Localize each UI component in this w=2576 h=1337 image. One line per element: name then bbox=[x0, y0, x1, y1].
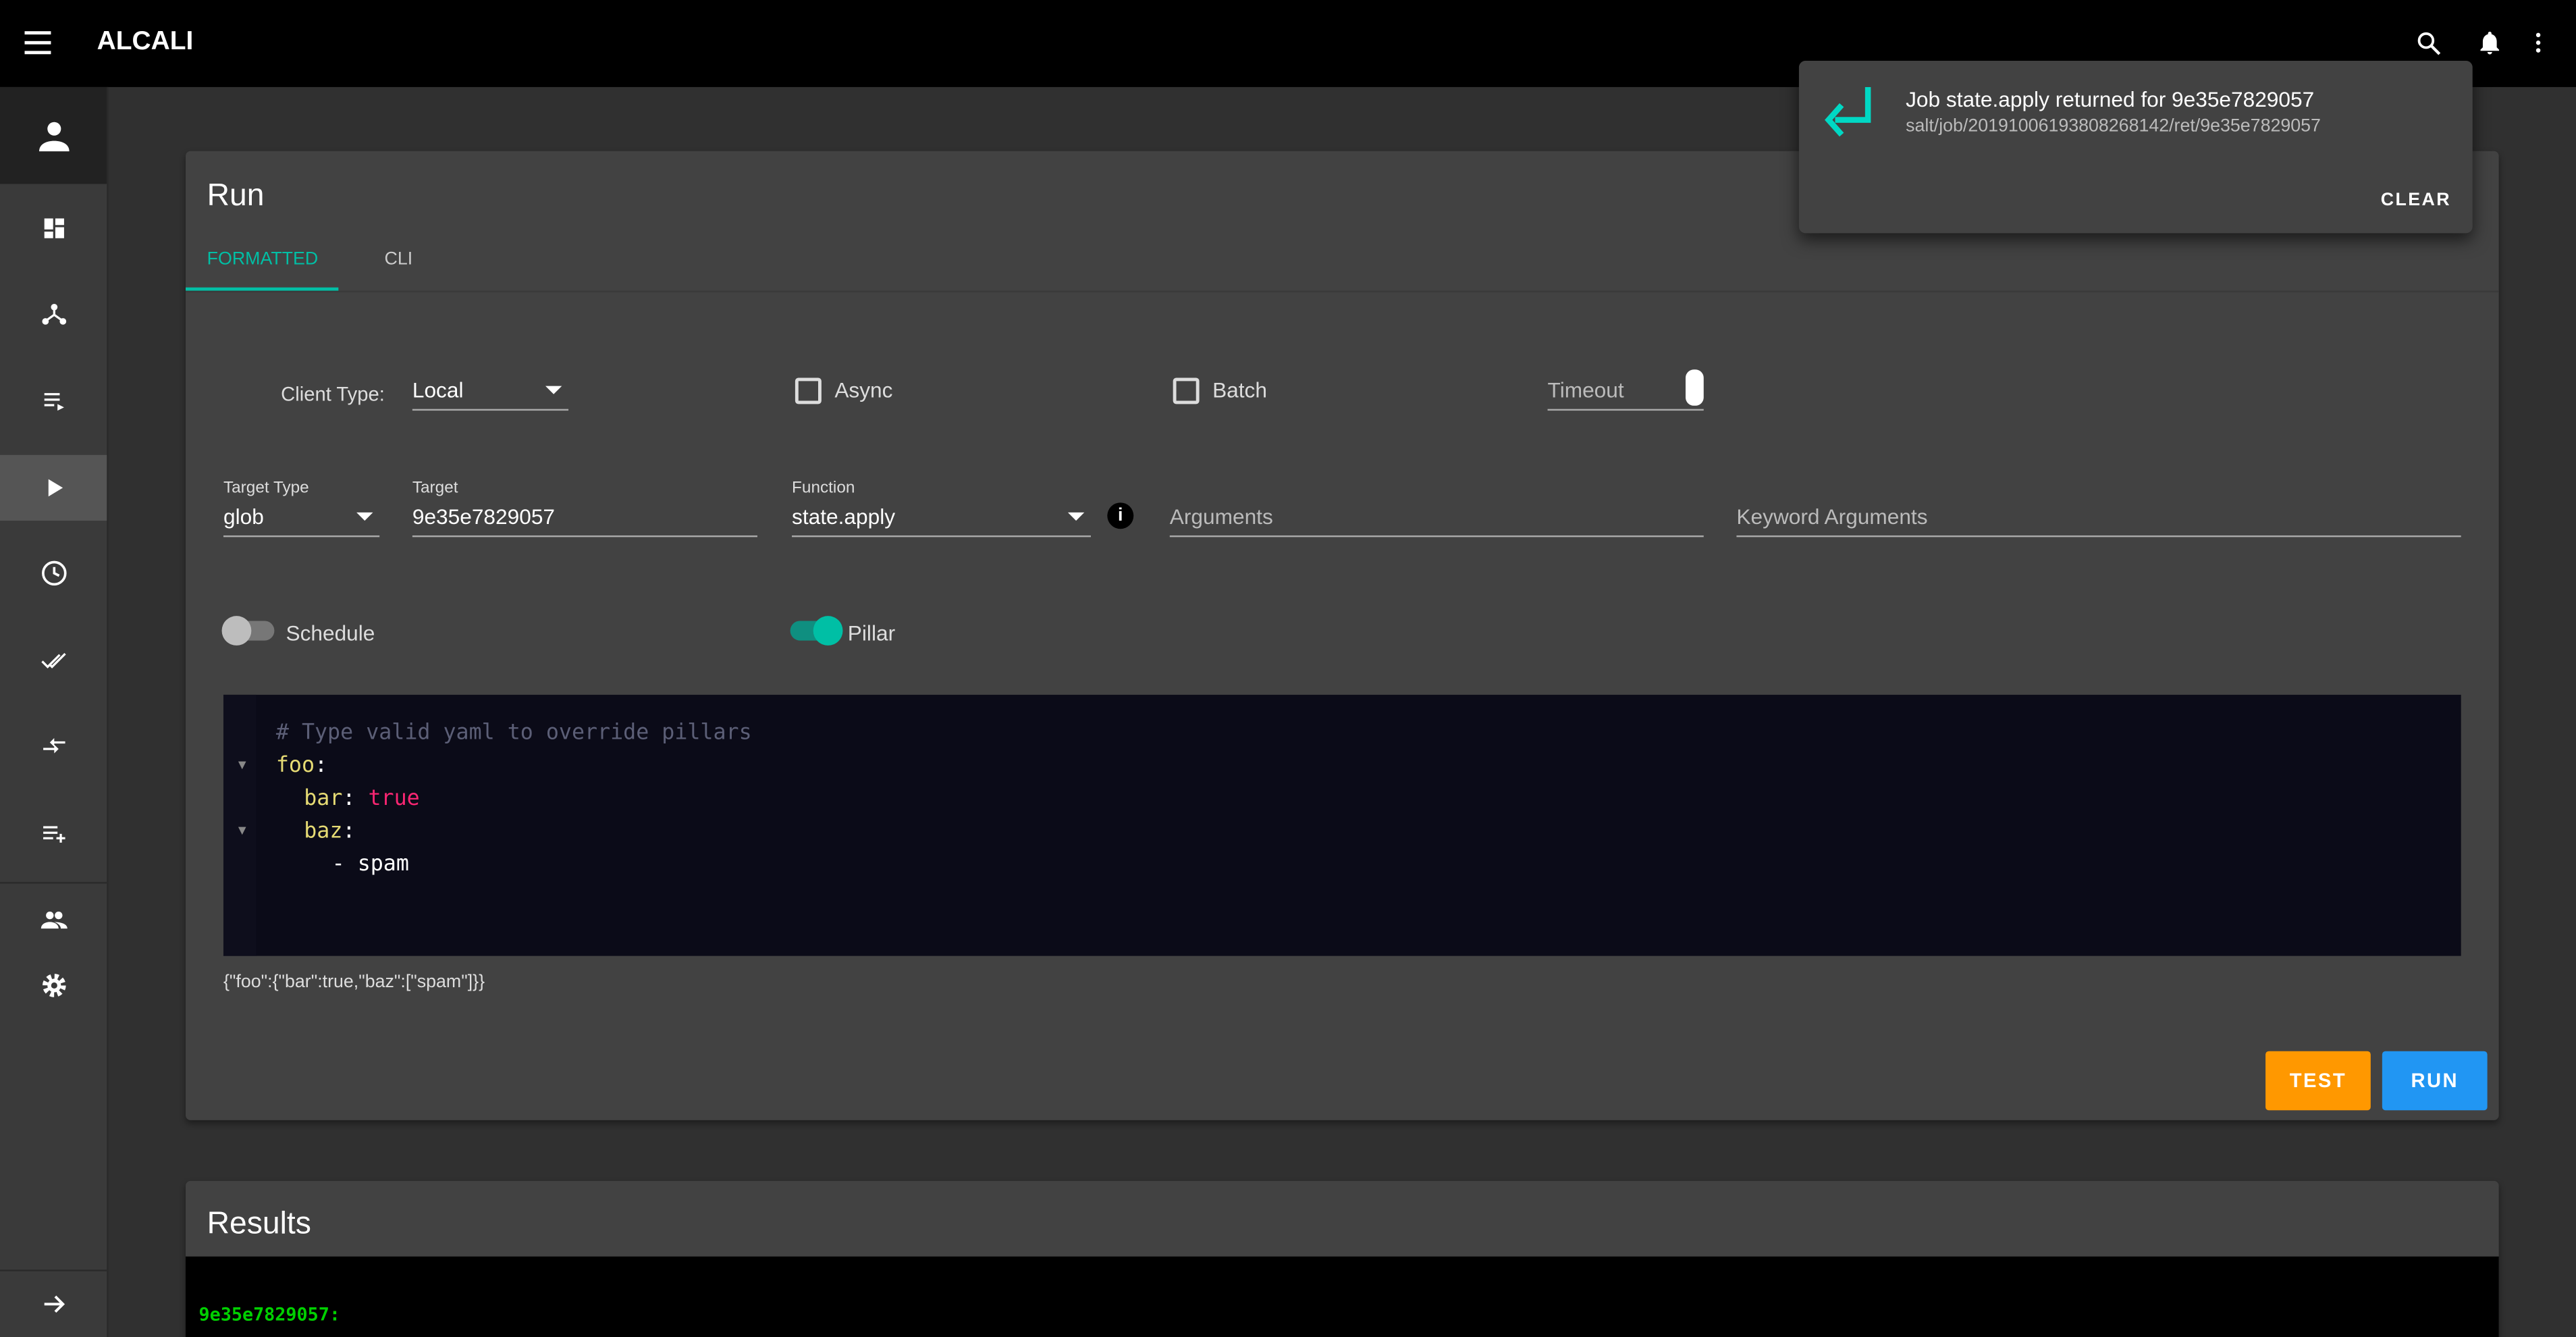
return-arrow-icon bbox=[1825, 86, 1871, 137]
code-line: bar: true bbox=[304, 787, 420, 812]
sidebar-item-profile[interactable] bbox=[0, 86, 107, 184]
sidebar-item-users[interactable] bbox=[0, 887, 107, 952]
arguments-input[interactable]: Arguments bbox=[1169, 504, 1704, 538]
pillar-label: Pillar bbox=[847, 621, 896, 646]
pillar-yaml-editor[interactable]: ▼ ▼ # Type valid yaml to override pillar… bbox=[223, 694, 2461, 956]
notification-title: Job state.apply returned for 9e35e782905… bbox=[1906, 86, 2315, 112]
sidebar-item-minions[interactable] bbox=[0, 281, 107, 346]
sidebar-item-run[interactable] bbox=[0, 454, 107, 521]
client-type-label: Client Type: bbox=[281, 382, 385, 406]
play-icon bbox=[47, 479, 62, 497]
yaml-key: bar bbox=[304, 787, 343, 812]
run-button[interactable]: RUN bbox=[2382, 1051, 2488, 1111]
page-title: Run bbox=[207, 179, 265, 214]
list-icon bbox=[43, 393, 63, 411]
chevron-down-icon bbox=[356, 512, 373, 521]
chevron-down-icon bbox=[545, 386, 562, 394]
target-label: Target bbox=[412, 479, 458, 498]
function-label: Function bbox=[792, 479, 855, 498]
async-label: Async bbox=[834, 377, 893, 402]
sidebar-item-settings[interactable] bbox=[0, 953, 107, 1018]
sidebar bbox=[0, 86, 109, 1337]
results-title: Results bbox=[207, 1207, 311, 1242]
sidebar-item-jobs[interactable] bbox=[0, 368, 107, 434]
test-button[interactable]: TEST bbox=[2265, 1051, 2371, 1111]
function-value: state.apply bbox=[792, 504, 896, 529]
gear-icon bbox=[41, 974, 65, 997]
fold-icon[interactable]: ▼ bbox=[238, 757, 246, 772]
arrow-right-icon bbox=[43, 1295, 64, 1313]
yaml-key: foo bbox=[275, 754, 315, 779]
pillar-toggle[interactable] bbox=[790, 616, 843, 646]
sidebar-divider bbox=[0, 882, 107, 884]
target-type-label: Target Type bbox=[223, 479, 309, 498]
results-output: 9e35e7829057: bbox=[186, 1256, 2499, 1337]
timeout-input[interactable]: Timeout bbox=[1547, 369, 1704, 411]
timeout-placeholder: Timeout bbox=[1547, 377, 1624, 402]
function-select[interactable]: state.apply bbox=[792, 504, 1091, 538]
sidebar-item-schedules[interactable] bbox=[0, 540, 107, 606]
notification-popup: Job state.apply returned for 9e35e782905… bbox=[1798, 60, 2473, 234]
sidebar-item-conformity[interactable] bbox=[0, 627, 107, 693]
tabs-divider bbox=[186, 290, 2499, 292]
code-line: foo: bbox=[275, 754, 328, 779]
json-preview: {"foo":{"bar":true,"baz":["spam"]}} bbox=[223, 972, 485, 993]
results-card: Results 9e35e7829057: bbox=[186, 1180, 2499, 1337]
code-comment: # Type valid yaml to override pillars bbox=[275, 720, 752, 746]
sidebar-item-job-templates[interactable] bbox=[0, 800, 107, 866]
target-input[interactable]: 9e35e7829057 bbox=[412, 504, 757, 538]
code-line: - spam bbox=[331, 852, 409, 877]
run-card: Run FORMATTED CLI bbox=[186, 151, 2499, 1120]
number-stepper-icon[interactable] bbox=[1685, 369, 1704, 406]
client-type-select[interactable]: Local bbox=[412, 377, 569, 411]
notification-clear-button[interactable]: CLEAR bbox=[2381, 190, 2451, 210]
menu-icon[interactable] bbox=[24, 31, 51, 55]
info-icon[interactable]: i bbox=[1107, 502, 1134, 529]
keyword-arguments-input[interactable]: Keyword Arguments bbox=[1736, 504, 2461, 538]
dashboard-icon bbox=[43, 218, 63, 238]
tab-cli[interactable]: CLI bbox=[384, 250, 412, 269]
sidebar-item-events[interactable] bbox=[0, 713, 107, 779]
target-type-value: glob bbox=[223, 504, 264, 529]
notification-subtitle: salt/job/20191006193808268142/ret/9e35e7… bbox=[1906, 116, 2321, 136]
sidebar-item-dashboard[interactable] bbox=[0, 195, 107, 261]
minion-id: 9e35e7829057: bbox=[198, 1304, 341, 1326]
batch-checkbox[interactable] bbox=[1173, 377, 1200, 404]
search-icon[interactable] bbox=[2415, 30, 2443, 57]
fold-icon[interactable]: ▼ bbox=[238, 823, 246, 838]
more-vert-icon[interactable] bbox=[2525, 28, 2552, 57]
compare-arrows-icon bbox=[42, 737, 65, 754]
double-check-icon bbox=[41, 652, 65, 668]
yaml-value: true bbox=[368, 787, 420, 812]
schedule-label: Schedule bbox=[286, 621, 375, 646]
tab-formatted[interactable]: FORMATTED bbox=[207, 250, 319, 269]
app-title: ALCALI bbox=[97, 28, 194, 56]
target-type-select[interactable]: glob bbox=[223, 504, 380, 538]
playlist-add-icon bbox=[42, 826, 65, 843]
schedule-toggle[interactable] bbox=[221, 616, 275, 646]
bell-icon[interactable] bbox=[2476, 28, 2504, 57]
yaml-key: baz bbox=[304, 819, 343, 845]
client-type-value: Local bbox=[412, 377, 464, 402]
sidebar-expand-button[interactable] bbox=[0, 1272, 107, 1337]
code-line: baz: bbox=[304, 819, 356, 845]
batch-label: Batch bbox=[1212, 377, 1267, 402]
person-icon bbox=[38, 121, 69, 151]
chevron-down-icon bbox=[1067, 512, 1085, 521]
people-icon bbox=[40, 911, 67, 929]
device-hub-icon bbox=[41, 303, 65, 325]
clock-icon bbox=[41, 560, 66, 586]
async-checkbox[interactable] bbox=[795, 377, 822, 404]
